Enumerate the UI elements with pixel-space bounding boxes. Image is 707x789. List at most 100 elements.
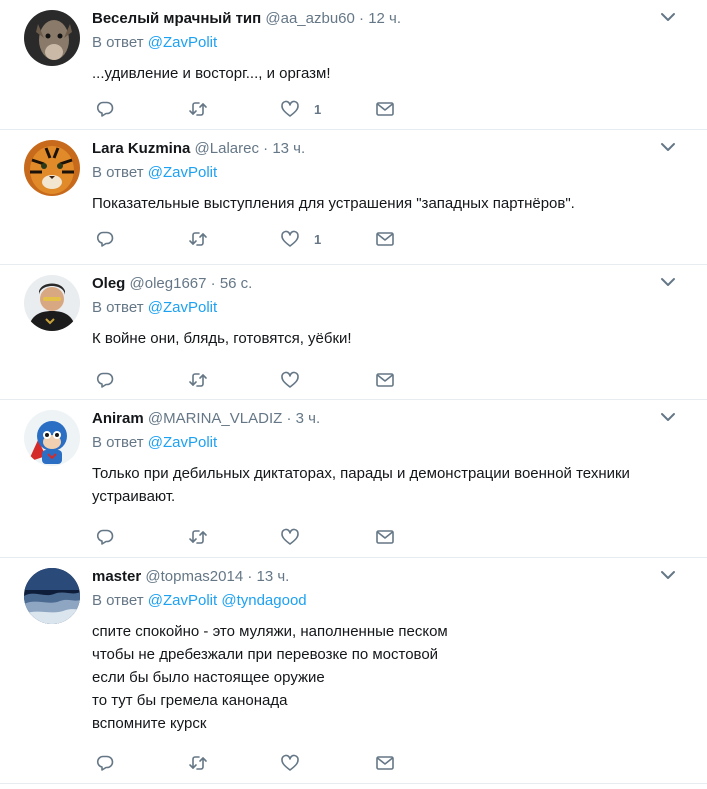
envelope-icon — [376, 373, 394, 387]
tweet-text-line: Показательные выступления для устрашения… — [92, 195, 575, 212]
chevron-down-icon[interactable] — [659, 566, 677, 584]
reply-prefix: В ответ — [92, 34, 144, 51]
tweet[interactable]: master @topmas2014 · 13 ч. В ответ @ZavP… — [0, 558, 707, 784]
tweet-header: Lara Kuzmina @Lalarec · 13 ч. — [92, 140, 667, 158]
timestamp[interactable]: 13 ч. — [272, 140, 305, 157]
retweet-button[interactable] — [188, 753, 208, 773]
retweet-icon — [189, 373, 207, 387]
tweet-text-line: вспомните курск — [92, 715, 207, 732]
chevron-down-icon[interactable] — [659, 273, 677, 291]
mention-link[interactable]: @ZavPolit — [148, 34, 217, 51]
retweet-button[interactable] — [188, 229, 208, 249]
chevron-down-icon[interactable] — [659, 408, 677, 426]
tweet-feed: Веселый мрачный тип @aa_azbu60 · 12 ч. В… — [0, 0, 707, 784]
reply-button[interactable] — [95, 527, 115, 547]
display-name[interactable]: master — [92, 568, 141, 585]
display-name[interactable]: Oleg — [92, 275, 125, 292]
retweet-button[interactable] — [188, 370, 208, 390]
retweet-button[interactable] — [188, 527, 208, 547]
retweet-button[interactable] — [188, 99, 208, 119]
mention-link[interactable]: @ZavPolit — [148, 592, 217, 609]
avatar[interactable] — [24, 275, 80, 331]
chevron-down-icon[interactable] — [659, 138, 677, 156]
user-handle[interactable]: @aa_azbu60 — [265, 10, 354, 27]
display-name[interactable]: Lara Kuzmina — [92, 140, 190, 157]
reply-context: В ответ @ZavPolit — [92, 299, 217, 317]
mention-link[interactable]: @ZavPolit — [148, 299, 217, 316]
reply-prefix: В ответ — [92, 164, 144, 181]
like-button[interactable]: 1 — [280, 229, 321, 249]
mention-link[interactable]: @ZavPolit — [148, 434, 217, 451]
tweet-header: Oleg @oleg1667 · 56 с. — [92, 275, 667, 293]
tweet-text-line: устраивают. — [92, 488, 176, 505]
avatar-image — [24, 275, 80, 331]
like-button[interactable] — [280, 527, 300, 547]
reply-context: В ответ @ZavPolit @tyndagood — [92, 592, 307, 610]
like-count: 1 — [314, 231, 322, 247]
user-handle[interactable]: @oleg1667 — [130, 275, 207, 292]
avatar[interactable] — [24, 140, 80, 196]
tweet-text-line: ...удивление и восторг..., и оргазм! — [92, 65, 331, 82]
like-button[interactable]: 1 — [280, 99, 321, 119]
timestamp[interactable]: 3 ч. — [296, 410, 321, 427]
timestamp[interactable]: 12 ч. — [368, 10, 401, 27]
timestamp[interactable]: 13 ч. — [257, 568, 290, 585]
reply-icon — [96, 372, 114, 388]
direct-message-button[interactable] — [375, 753, 395, 773]
envelope-icon — [376, 530, 394, 544]
tweet[interactable]: Aniram @MARINA_VLADIZ · 3 ч. В ответ @Za… — [0, 400, 707, 558]
tweet-text-line: чтобы не дребезжали при перевозке по мос… — [92, 646, 439, 663]
reply-icon — [96, 101, 114, 117]
mention-link[interactable]: @ZavPolit — [148, 164, 217, 181]
reply-button[interactable] — [95, 753, 115, 773]
direct-message-button[interactable] — [375, 229, 395, 249]
tweet-text: Показательные выступления для устрашения… — [92, 192, 692, 215]
tweet-text-line: К войне они, блядь, готовятся, уёбки! — [92, 330, 352, 347]
tweet-text-line: если бы было настоящее оружие — [92, 669, 325, 686]
reply-prefix: В ответ — [92, 592, 144, 609]
reply-prefix: В ответ — [92, 434, 144, 451]
like-button[interactable] — [280, 753, 300, 773]
direct-message-button[interactable] — [375, 370, 395, 390]
avatar[interactable] — [24, 410, 80, 466]
envelope-icon — [376, 102, 394, 116]
tweet-text: К войне они, блядь, готовятся, уёбки! — [92, 327, 692, 350]
user-handle[interactable]: @MARINA_VLADIZ — [148, 410, 282, 427]
like-button[interactable] — [280, 370, 300, 390]
reply-button[interactable] — [95, 99, 115, 119]
tweet[interactable]: Веселый мрачный тип @aa_azbu60 · 12 ч. В… — [0, 0, 707, 130]
mention-link[interactable]: @tyndagood — [221, 592, 306, 609]
avatar[interactable] — [24, 10, 80, 66]
avatar-image — [24, 568, 80, 624]
tweet-header: Aniram @MARINA_VLADIZ · 3 ч. — [92, 410, 667, 428]
avatar[interactable] — [24, 568, 80, 624]
heart-icon — [281, 100, 299, 117]
retweet-icon — [189, 756, 207, 770]
user-handle[interactable]: @topmas2014 — [145, 568, 243, 585]
reply-button[interactable] — [95, 370, 115, 390]
tweet-text-line: Только при дебильных диктаторах, парады … — [92, 465, 630, 482]
tweet-text: Только при дебильных диктаторах, парады … — [92, 462, 692, 508]
tweet-header: Веселый мрачный тип @aa_azbu60 · 12 ч. — [92, 10, 667, 28]
heart-icon — [281, 528, 299, 545]
separator-dot: · — [359, 10, 365, 27]
retweet-icon — [189, 530, 207, 544]
timestamp[interactable]: 56 с. — [220, 275, 253, 292]
avatar-image — [24, 410, 80, 466]
chevron-down-icon[interactable] — [659, 8, 677, 26]
display-name[interactable]: Веселый мрачный тип — [92, 10, 261, 27]
reply-prefix: В ответ — [92, 299, 144, 316]
direct-message-button[interactable] — [375, 99, 395, 119]
reply-icon — [96, 755, 114, 771]
reply-context: В ответ @ZavPolit — [92, 434, 217, 452]
tweet[interactable]: Lara Kuzmina @Lalarec · 13 ч. В ответ @Z… — [0, 130, 707, 265]
direct-message-button[interactable] — [375, 527, 395, 547]
retweet-icon — [189, 232, 207, 246]
reply-button[interactable] — [95, 229, 115, 249]
heart-icon — [281, 371, 299, 388]
tweet[interactable]: Oleg @oleg1667 · 56 с. В ответ @ZavPolit… — [0, 265, 707, 400]
tweet-text: спите спокойно - это муляжи, наполненные… — [92, 620, 692, 735]
user-handle[interactable]: @Lalarec — [195, 140, 259, 157]
display-name[interactable]: Aniram — [92, 410, 144, 427]
tweet-text-line: то тут бы гремела канонада — [92, 692, 288, 709]
